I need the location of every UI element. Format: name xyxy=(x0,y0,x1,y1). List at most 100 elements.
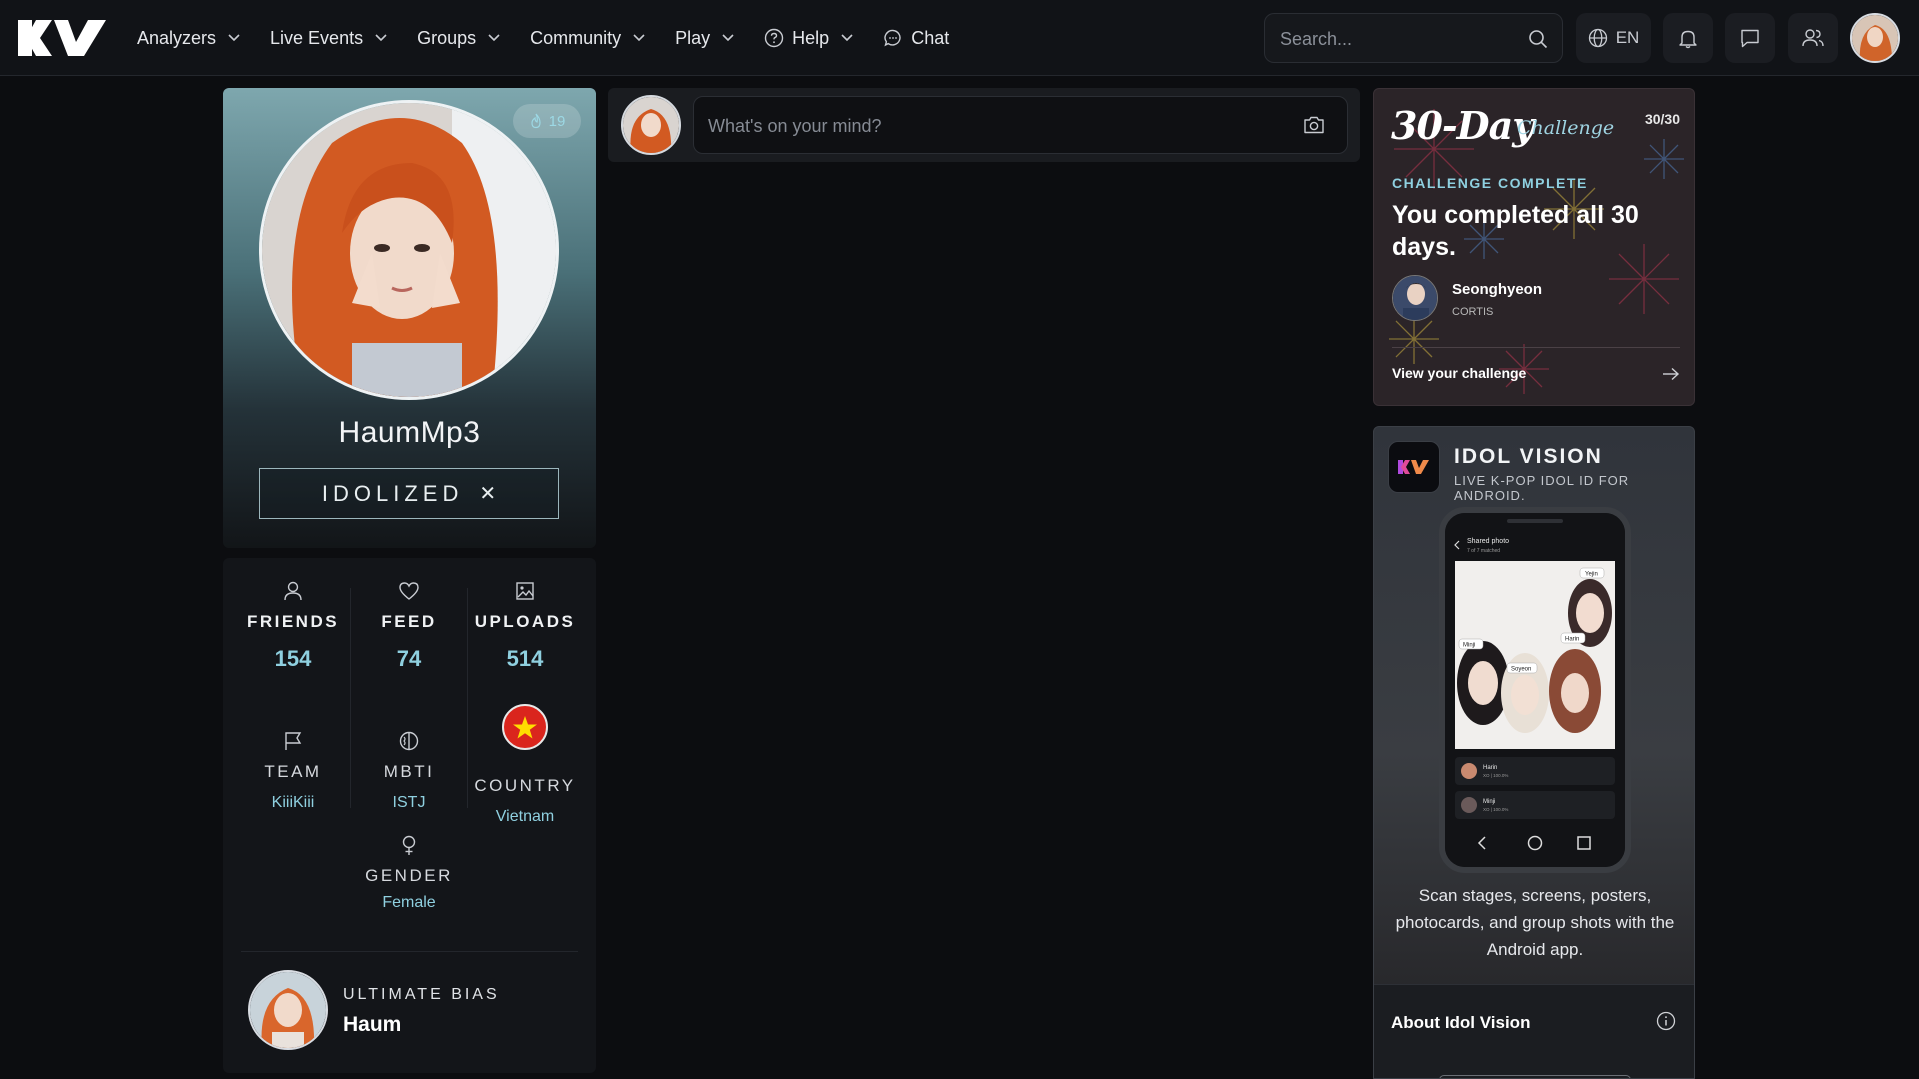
app-logo-icon xyxy=(1398,460,1429,474)
idol-vision-card: IDOL VISION LIVE K-POP IDOL ID FOR ANDRO… xyxy=(1373,426,1695,1079)
composer-field xyxy=(693,96,1348,154)
stat-team-value: KiiiKiii xyxy=(271,794,315,811)
idolized-button[interactable]: IDOLIZED ✕ xyxy=(259,468,559,519)
close-icon[interactable]: ✕ xyxy=(479,481,496,506)
stat-feed-label: FEED xyxy=(381,612,437,631)
notifications-button[interactable] xyxy=(1663,13,1713,63)
profile-avatar xyxy=(259,100,559,400)
stat-uploads-value: 514 xyxy=(506,646,544,671)
flame-icon xyxy=(531,113,541,129)
post-composer xyxy=(608,88,1360,162)
profile-stats-card: FRIENDS 154 FEED 74 UPLOADS 514 TEAM Kii… xyxy=(223,558,596,1073)
chevron-down-icon xyxy=(841,34,853,42)
avatar-image xyxy=(1852,15,1898,61)
globe-icon xyxy=(1588,28,1607,48)
nav-groups[interactable]: Groups xyxy=(417,28,500,49)
stat-mbti-label: MBTI xyxy=(383,762,435,781)
nav-analyzers-label: Analyzers xyxy=(137,27,217,48)
challenge-idol-avatar xyxy=(1392,275,1438,321)
friends-button[interactable] xyxy=(1788,13,1838,63)
main-nav: Analyzers Live Events Groups Community P… xyxy=(137,0,979,76)
about-idol-vision-label[interactable]: About Idol Vision xyxy=(1391,1013,1530,1033)
idol-vision-subtitle: LIVE K-POP IDOL ID FOR ANDROID. xyxy=(1454,473,1630,503)
nav-analyzers[interactable]: Analyzers xyxy=(137,28,240,49)
heart-icon xyxy=(399,582,419,600)
nav-chat-label: Chat xyxy=(911,27,950,48)
stat-team-label: TEAM xyxy=(264,762,322,781)
view-challenge-link[interactable]: View your challenge xyxy=(1392,365,1526,381)
phone-mockup: Shared photo 7 of 7 matched Yejin Minji … xyxy=(1439,507,1631,873)
challenge-title: 30-Day xyxy=(1391,103,1534,148)
streak-count: 19 xyxy=(548,112,566,130)
stat-friends[interactable]: FRIENDS 154 xyxy=(235,580,351,672)
stat-gender-label: GENDER xyxy=(365,866,453,885)
vietnam-flag-icon xyxy=(502,704,548,750)
nav-chat[interactable]: Chat xyxy=(883,28,949,49)
stat-country-label: COUNTRY xyxy=(474,776,576,795)
search-input[interactable] xyxy=(1280,26,1510,52)
top-navigation-bar: Analyzers Live Events Groups Community P… xyxy=(0,0,1919,76)
challenge-idol-group: CORTIS xyxy=(1452,306,1494,318)
stat-country-value: Vietnam xyxy=(495,808,555,825)
profile-photo xyxy=(262,103,556,397)
language-label: EN xyxy=(1615,28,1640,47)
stat-country[interactable]: COUNTRY Vietnam xyxy=(467,704,583,826)
chevron-down-icon xyxy=(633,34,645,42)
info-icon[interactable] xyxy=(1656,1011,1676,1031)
idol-vision-description: Scan stages, screens, posters, photocard… xyxy=(1395,886,1675,959)
divider xyxy=(1392,347,1680,348)
stat-uploads-label: UPLOADS xyxy=(474,612,576,631)
stat-gender-value: Female xyxy=(382,894,436,911)
challenge-status: CHALLENGE COMPLETE xyxy=(1392,175,1588,191)
idol-vision-title: IDOL VISION xyxy=(1454,445,1603,468)
get-app-button[interactable] xyxy=(1439,1075,1631,1078)
nav-play[interactable]: Play xyxy=(675,28,734,49)
chevron-down-icon xyxy=(488,34,500,42)
nav-live-events-label: Live Events xyxy=(270,27,364,48)
post-input[interactable] xyxy=(708,113,1268,139)
message-square-icon xyxy=(1741,29,1759,48)
bias-avatar[interactable] xyxy=(248,970,328,1050)
language-button[interactable]: EN xyxy=(1576,13,1651,63)
users-icon xyxy=(1802,29,1824,47)
face-tag-1: Yejin xyxy=(1585,572,1598,578)
chevron-down-icon xyxy=(722,34,734,42)
messages-button[interactable] xyxy=(1725,13,1775,63)
nav-groups-label: Groups xyxy=(417,27,477,48)
arrow-right-icon[interactable] xyxy=(1662,367,1680,381)
nav-help-label: Help xyxy=(792,27,830,48)
stat-gender[interactable]: GENDER Female xyxy=(351,834,467,912)
nav-play-label: Play xyxy=(675,27,711,48)
streak-badge[interactable]: 19 xyxy=(513,104,581,138)
site-logo[interactable] xyxy=(18,18,108,58)
stat-team[interactable]: TEAM KiiiKiii xyxy=(235,730,351,812)
avatar-image xyxy=(623,97,679,153)
ultimate-bias-name[interactable]: Haum xyxy=(343,1013,401,1037)
idol-vision-footer: About Idol Vision xyxy=(1374,984,1694,1078)
composer-avatar xyxy=(621,95,681,155)
female-symbol-icon xyxy=(402,835,416,855)
match-name-1: Harin xyxy=(1483,765,1497,771)
stat-mbti[interactable]: MBTI ISTJ xyxy=(351,730,467,812)
help-circle-icon xyxy=(764,28,784,48)
stat-friends-value: 154 xyxy=(274,646,312,671)
flag-icon xyxy=(285,732,302,750)
image-icon xyxy=(516,582,534,600)
divider xyxy=(241,951,578,952)
match-meta-1: XO | 100.0% xyxy=(1483,773,1508,778)
challenge-card[interactable]: 30-Day Challenge 30/30 CHALLENGE COMPLET… xyxy=(1373,88,1695,406)
profile-username: HaumMp3 xyxy=(338,416,481,449)
stat-uploads[interactable]: UPLOADS 514 xyxy=(467,580,583,672)
nav-live-events[interactable]: Live Events xyxy=(270,28,387,49)
user-avatar-menu[interactable] xyxy=(1850,13,1900,63)
profile-card: 19 HaumMp3 IDOLIZED ✕ xyxy=(223,88,596,548)
bias-photo xyxy=(250,972,326,1048)
search-icon[interactable] xyxy=(1528,29,1548,49)
ultimate-bias-label: ULTIMATE BIAS xyxy=(343,986,500,1003)
stat-feed[interactable]: FEED 74 xyxy=(351,580,467,672)
nav-help[interactable]: Help xyxy=(764,28,853,49)
camera-icon[interactable] xyxy=(1303,115,1325,135)
nav-community[interactable]: Community xyxy=(530,28,645,49)
bell-icon xyxy=(1679,30,1697,49)
challenge-idol-name: Seonghyeon xyxy=(1452,281,1543,298)
